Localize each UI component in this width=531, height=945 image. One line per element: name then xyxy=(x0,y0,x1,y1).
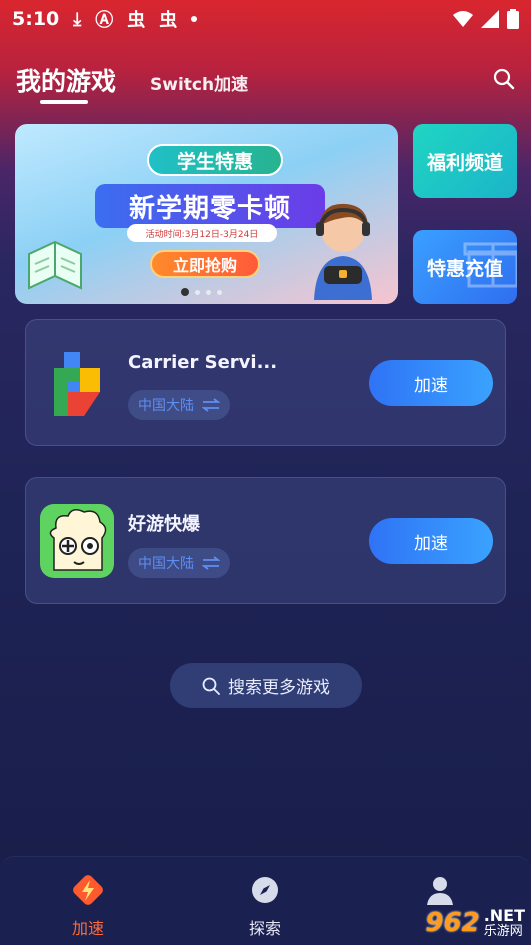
haoyou-kuaibao-icon xyxy=(40,504,114,578)
swap-arrows-icon xyxy=(202,556,220,570)
nav-label-accelerate: 加速 xyxy=(71,919,104,938)
welfare-channel-card[interactable]: 福利频道 xyxy=(413,124,517,198)
search-more-games-button[interactable]: 搜索更多游戏 xyxy=(170,663,362,708)
tab-switch-accel[interactable]: Switch加速 xyxy=(150,70,248,95)
banner-badge: 学生特惠 xyxy=(147,144,283,176)
accelerate-button[interactable]: 加速 xyxy=(369,360,493,406)
pager-dot xyxy=(206,289,211,295)
bug-icon: 虫 xyxy=(127,10,146,31)
wifi-icon xyxy=(453,11,473,27)
swap-arrows-icon xyxy=(202,398,220,412)
watermark-number: 962 xyxy=(425,908,480,939)
nav-item-accelerate[interactable]: 加速 xyxy=(48,873,128,939)
compass-icon xyxy=(252,877,278,903)
google-play-services-icon xyxy=(54,352,100,416)
bug-icon: 虫 xyxy=(159,10,178,31)
accelerate-button[interactable]: 加速 xyxy=(369,518,493,564)
tab-my-games[interactable]: 我的游戏 xyxy=(16,58,116,104)
banner-pager xyxy=(181,288,222,296)
promo-banner[interactable]: 学生特惠 新学期零卡顿 活动时间:3月12日-3月24日 立即抢购 xyxy=(15,124,398,304)
status-right xyxy=(453,9,519,29)
user-icon xyxy=(427,877,453,905)
book-illustration-icon xyxy=(28,240,82,290)
welfare-channel-label: 福利频道 xyxy=(426,151,503,174)
region-label: 中国大陆 xyxy=(138,556,194,572)
status-time: 5:10 xyxy=(12,8,60,30)
watermark-net: .NET xyxy=(483,906,525,926)
student-gamer-illustration-icon xyxy=(314,203,372,300)
app-a-icon: Ⓐ xyxy=(95,10,114,31)
banner-buy-button[interactable]: 立即抢购 xyxy=(150,250,260,278)
nav-label-explore: 探索 xyxy=(248,919,281,938)
lightning-icon xyxy=(73,875,103,905)
game-name: 好游快爆 xyxy=(128,514,200,535)
nav-item-profile[interactable] xyxy=(400,873,480,907)
battery-icon xyxy=(507,9,519,29)
banner-headline: 新学期零卡顿 xyxy=(95,184,325,228)
game-card[interactable]: Carrier Servi... 中国大陆 加速 xyxy=(25,319,506,446)
search-icon xyxy=(202,677,220,695)
watermark-cn: 乐游网 xyxy=(483,923,523,939)
status-left: 5:10 ⤓ Ⓐ 虫 虫 xyxy=(12,6,198,32)
pager-dot-active xyxy=(181,288,189,296)
download-icon: ⤓ xyxy=(73,8,82,30)
signal-icon xyxy=(481,10,499,28)
site-watermark: 962 .NET 乐游网 xyxy=(425,907,525,939)
search-icon[interactable] xyxy=(493,68,515,90)
discount-topup-label: 特惠充值 xyxy=(426,257,503,280)
game-card[interactable]: 好游快爆 中国大陆 加速 xyxy=(25,477,506,604)
notification-dot-icon xyxy=(191,16,198,22)
pager-dot xyxy=(195,289,200,295)
region-label: 中国大陆 xyxy=(138,398,194,414)
nav-item-explore[interactable]: 探索 xyxy=(225,873,305,939)
game-name: Carrier Servi... xyxy=(128,352,278,373)
pager-dot xyxy=(217,289,222,295)
search-more-games-label: 搜索更多游戏 xyxy=(228,678,330,698)
discount-topup-card[interactable]: 特惠充值 xyxy=(413,230,517,304)
status-bar: 5:10 ⤓ Ⓐ 虫 虫 xyxy=(0,0,531,38)
watermark-text: .NET 乐游网 xyxy=(484,907,525,939)
banner-date: 活动时间:3月12日-3月24日 xyxy=(127,224,277,242)
region-selector[interactable]: 中国大陆 xyxy=(128,548,230,578)
region-selector[interactable]: 中国大陆 xyxy=(128,390,230,420)
top-nav: 我的游戏 Switch加速 xyxy=(16,58,515,106)
